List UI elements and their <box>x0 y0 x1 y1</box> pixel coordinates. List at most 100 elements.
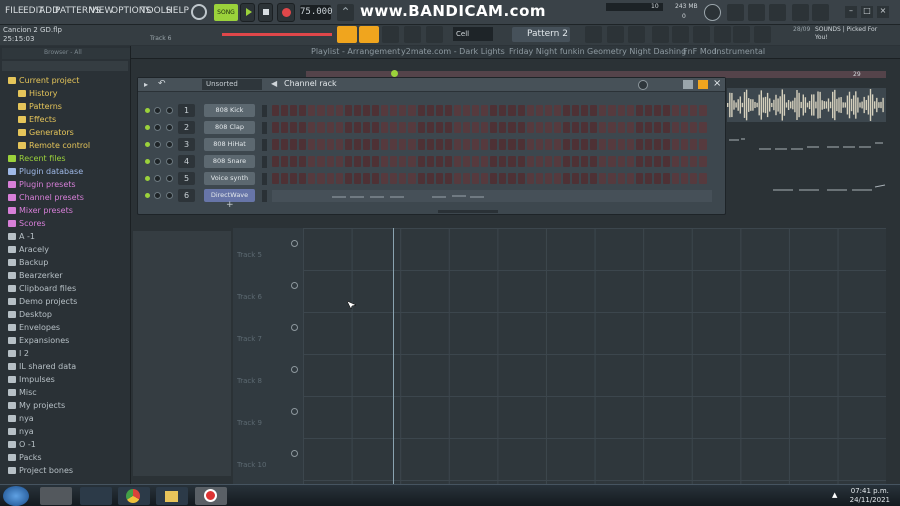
browser-item[interactable]: Channel presets <box>8 191 84 204</box>
step-button[interactable] <box>481 156 489 167</box>
arrow-icon[interactable] <box>359 26 379 43</box>
pan-knob[interactable] <box>154 107 161 114</box>
news-text[interactable]: SOUNDS | Picked For You! <box>815 26 885 42</box>
track-mute-led[interactable] <box>291 240 298 247</box>
mixer-track-number[interactable]: 1 <box>178 104 195 117</box>
step-button[interactable] <box>672 122 680 133</box>
channel-name-button[interactable]: 808 HiHat <box>204 138 255 151</box>
browser-item[interactable]: Mixer presets <box>8 204 73 217</box>
step-button[interactable] <box>462 105 471 116</box>
step-button[interactable] <box>362 156 371 167</box>
step-button[interactable] <box>390 139 398 150</box>
step-button[interactable] <box>444 139 452 150</box>
mixer-track-number[interactable]: 4 <box>178 155 195 168</box>
step-button[interactable] <box>399 139 407 150</box>
system-clock[interactable]: 07:41 p.m. 24/11/2021 <box>850 487 890 505</box>
step-button[interactable] <box>644 105 652 116</box>
step-button[interactable] <box>699 173 707 184</box>
chrome-icon[interactable] <box>118 487 150 505</box>
browser-item[interactable]: Project bones <box>8 464 73 477</box>
channel-select[interactable] <box>262 190 267 202</box>
pattern-clip-lanes[interactable] <box>727 123 886 223</box>
playlist-tab[interactable]: Friday Night funkin <box>509 47 585 56</box>
step-button[interactable] <box>590 156 598 167</box>
browser-item[interactable]: Plugin presets <box>8 178 76 191</box>
track-label[interactable]: Track 9 <box>237 419 262 427</box>
media-player-icon[interactable] <box>40 487 72 505</box>
step-button[interactable] <box>462 122 471 133</box>
browser-item[interactable]: A -1 <box>8 230 35 243</box>
step-button[interactable] <box>344 139 352 150</box>
channel-rack-button[interactable] <box>337 26 357 43</box>
track-mute-led[interactable] <box>291 408 298 415</box>
browser-item[interactable]: My projects <box>8 399 65 412</box>
metronome-icon[interactable]: ⌃ <box>337 4 354 21</box>
step-button[interactable] <box>353 156 361 167</box>
step-button[interactable] <box>681 122 689 133</box>
step-button[interactable] <box>563 105 571 116</box>
step-button[interactable] <box>499 173 507 184</box>
step-button[interactable] <box>299 105 307 116</box>
playhead-marker[interactable] <box>391 70 398 77</box>
step-button[interactable] <box>453 139 461 150</box>
step-button[interactable] <box>308 156 316 167</box>
step-button[interactable] <box>317 139 325 150</box>
step-button[interactable] <box>672 173 680 184</box>
step-button[interactable] <box>390 122 398 133</box>
close-icon[interactable]: × <box>877 6 889 18</box>
save-icon[interactable] <box>792 4 809 21</box>
volume-knob[interactable] <box>166 192 173 199</box>
step-button[interactable] <box>508 139 516 150</box>
step-button[interactable] <box>362 139 371 150</box>
step-button[interactable] <box>444 173 452 184</box>
step-button[interactable] <box>426 173 434 184</box>
step-button[interactable] <box>526 139 534 150</box>
step-button[interactable] <box>326 139 334 150</box>
step-button[interactable] <box>653 156 662 167</box>
mic-icon[interactable] <box>748 4 765 21</box>
start-icon[interactable] <box>3 486 29 506</box>
step-button[interactable] <box>690 105 698 116</box>
step-button[interactable] <box>617 156 625 167</box>
step-button[interactable] <box>508 156 516 167</box>
step-button[interactable] <box>426 105 434 116</box>
track-label[interactable]: Track 8 <box>237 377 262 385</box>
step-button[interactable] <box>381 105 389 116</box>
step-button[interactable] <box>690 122 698 133</box>
audio-clip-waveform[interactable] <box>727 88 886 122</box>
step-button[interactable] <box>681 139 689 150</box>
step-button[interactable] <box>308 105 316 116</box>
step-button[interactable] <box>635 173 643 184</box>
browser-item[interactable]: Patterns <box>18 100 62 113</box>
step-button[interactable] <box>490 122 498 133</box>
browser-item[interactable]: Impulses <box>8 373 55 386</box>
step-button[interactable] <box>535 156 543 167</box>
channel-name-button[interactable]: 808 Snare <box>204 155 255 168</box>
step-button[interactable] <box>599 139 607 150</box>
step-button[interactable] <box>608 122 616 133</box>
step-button[interactable] <box>490 173 498 184</box>
step-button[interactable] <box>635 122 643 133</box>
playlist-grid[interactable] <box>303 228 886 484</box>
step-button[interactable] <box>317 156 325 167</box>
step-button[interactable] <box>644 173 652 184</box>
step-button[interactable] <box>599 156 607 167</box>
step-button[interactable] <box>663 173 671 184</box>
step-button[interactable] <box>372 122 380 133</box>
step-button[interactable] <box>362 105 371 116</box>
volume-knob[interactable] <box>166 124 173 131</box>
step-button[interactable] <box>653 139 662 150</box>
step-button[interactable] <box>563 156 571 167</box>
channel-select[interactable] <box>262 122 267 134</box>
step-button[interactable] <box>317 105 325 116</box>
step-button[interactable] <box>499 122 507 133</box>
step-button[interactable] <box>444 122 452 133</box>
step-button[interactable] <box>690 173 698 184</box>
step-button[interactable] <box>299 122 307 133</box>
browser-item[interactable]: nya <box>8 412 34 425</box>
step-button[interactable] <box>353 139 361 150</box>
settings-icon[interactable] <box>812 4 829 21</box>
track-label[interactable]: Track 6 <box>237 293 262 301</box>
step-button[interactable] <box>626 105 634 116</box>
step-button[interactable] <box>608 105 616 116</box>
